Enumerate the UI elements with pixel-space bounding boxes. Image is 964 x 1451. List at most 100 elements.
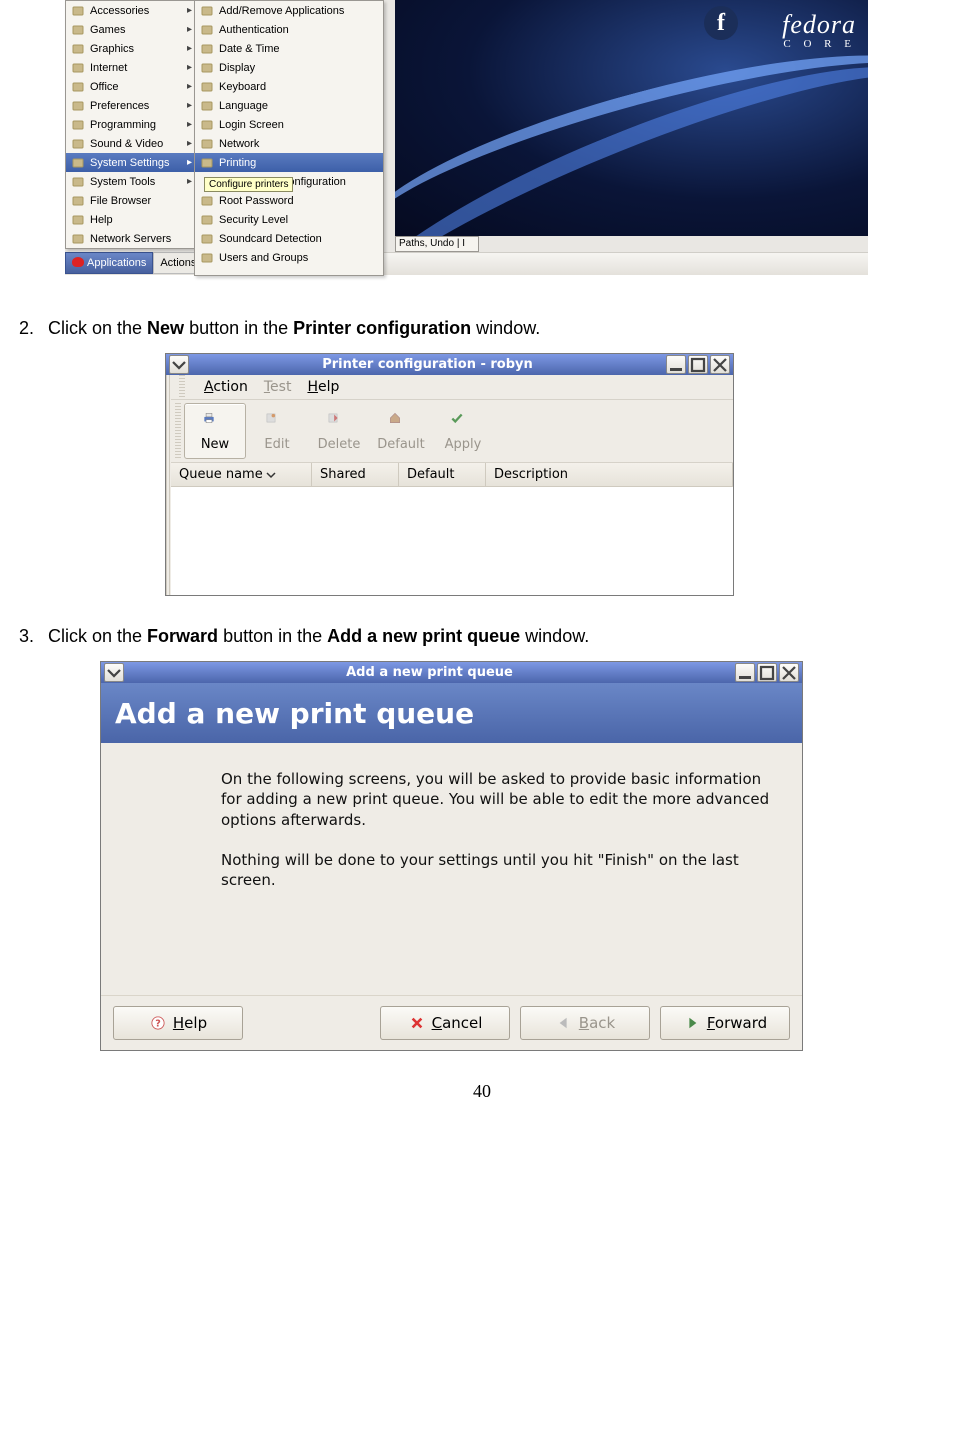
menu-system-tools[interactable]: System Tools▸ bbox=[66, 172, 196, 191]
menu-item-label: Add/Remove Applications bbox=[219, 5, 379, 17]
ss-add-remove[interactable]: Add/Remove Applications bbox=[195, 1, 383, 20]
menu-programming-icon bbox=[70, 118, 86, 132]
menu-graphics[interactable]: Graphics▸ bbox=[66, 39, 196, 58]
instruction-step-2: 2. Click on the New button in the Printe… bbox=[0, 318, 964, 339]
menu-system-settings-icon bbox=[70, 156, 86, 170]
applications-button[interactable]: Applications bbox=[65, 252, 153, 274]
app-status-strip: Paths, Undo | I bbox=[395, 236, 479, 252]
window-menu-button[interactable] bbox=[104, 663, 124, 682]
menu-item-label: Soundcard Detection bbox=[219, 233, 379, 245]
menu-item-label: System Tools bbox=[90, 176, 187, 188]
menu-test[interactable]: Test bbox=[264, 379, 292, 395]
menu-sound-video[interactable]: Sound & Video▸ bbox=[66, 134, 196, 153]
ss-language[interactable]: Language bbox=[195, 96, 383, 115]
menu-item-label: Login Screen bbox=[219, 119, 379, 131]
button-row: ? Help Cancel Back Forward bbox=[101, 995, 802, 1050]
ss-security-level-icon bbox=[199, 213, 215, 227]
menu-help[interactable]: Help bbox=[66, 210, 196, 229]
window-menu-button[interactable] bbox=[169, 355, 189, 374]
window-title: Printer configuration - robyn bbox=[189, 357, 666, 372]
ss-keyboard[interactable]: Keyboard bbox=[195, 77, 383, 96]
close-button[interactable] bbox=[779, 663, 799, 682]
menu-system-settings[interactable]: System Settings▸ bbox=[66, 153, 196, 172]
menu-help-icon bbox=[70, 213, 86, 227]
submenu-arrow-icon: ▸ bbox=[187, 5, 192, 16]
submenu-arrow-icon: ▸ bbox=[187, 81, 192, 92]
default-button: Default bbox=[370, 403, 432, 459]
menu-item-label: Graphics bbox=[90, 43, 187, 55]
wizard-text-2: Nothing will be done to your settings un… bbox=[221, 850, 774, 891]
menu-programming[interactable]: Programming▸ bbox=[66, 115, 196, 134]
menu-item-label: Language bbox=[219, 100, 379, 112]
ss-users-groups[interactable]: Users and Groups bbox=[195, 248, 383, 267]
ss-network[interactable]: Network bbox=[195, 134, 383, 153]
menu-item-label: Users and Groups bbox=[219, 252, 379, 264]
instruction-step-3: 3. Click on the Forward button in the Ad… bbox=[0, 626, 964, 647]
minimize-button[interactable] bbox=[666, 355, 686, 374]
col-shared[interactable]: Shared bbox=[312, 463, 399, 487]
ss-root-password[interactable]: Root Password bbox=[195, 191, 383, 210]
sort-icon bbox=[266, 470, 276, 480]
ss-display-icon bbox=[199, 61, 215, 75]
apply-icon bbox=[450, 411, 476, 435]
ss-login-screen-icon bbox=[199, 118, 215, 132]
menu-office[interactable]: Office▸ bbox=[66, 77, 196, 96]
menu-accessories[interactable]: Accessories▸ bbox=[66, 1, 196, 20]
submenu-arrow-icon: ▸ bbox=[187, 138, 192, 149]
ss-add-remove-icon bbox=[199, 4, 215, 18]
close-button[interactable] bbox=[710, 355, 730, 374]
menu-network-servers-icon bbox=[70, 232, 86, 246]
submenu-arrow-icon: ▸ bbox=[187, 24, 192, 35]
menu-item-label: Keyboard bbox=[219, 81, 379, 93]
help-button[interactable]: ? Help bbox=[113, 1006, 243, 1040]
new-button[interactable]: New bbox=[184, 403, 246, 459]
menu-games-icon bbox=[70, 23, 86, 37]
menu-item-label: Office bbox=[90, 81, 187, 93]
col-default[interactable]: Default bbox=[399, 463, 486, 487]
menu-item-label: Games bbox=[90, 24, 187, 36]
printer-list[interactable] bbox=[171, 487, 733, 595]
menu-item-label: Date & Time bbox=[219, 43, 379, 55]
menu-help[interactable]: Help bbox=[307, 379, 339, 395]
titlebar[interactable]: Printer configuration - robyn bbox=[166, 354, 733, 375]
toolbar: New Edit Delete Default bbox=[171, 400, 733, 463]
menu-item-label: Preferences bbox=[90, 100, 187, 112]
menu-games[interactable]: Games▸ bbox=[66, 20, 196, 39]
col-queue-name[interactable]: Queue name bbox=[171, 463, 312, 487]
menu-network-servers[interactable]: Network Servers bbox=[66, 229, 196, 248]
ss-printing[interactable]: Printing bbox=[195, 153, 383, 172]
back-button: Back bbox=[520, 1006, 650, 1040]
ss-security-level[interactable]: Security Level bbox=[195, 210, 383, 229]
ss-soundcard[interactable]: Soundcard Detection bbox=[195, 229, 383, 248]
menu-item-label: Sound & Video bbox=[90, 138, 187, 150]
svg-text:?: ? bbox=[155, 1019, 161, 1030]
menu-action[interactable]: Action bbox=[204, 379, 248, 395]
ss-login-screen[interactable]: Login Screen bbox=[195, 115, 383, 134]
minimize-button[interactable] bbox=[735, 663, 755, 682]
ss-keyboard-icon bbox=[199, 80, 215, 94]
ss-date-time[interactable]: Date & Time bbox=[195, 39, 383, 58]
menu-preferences[interactable]: Preferences▸ bbox=[66, 96, 196, 115]
table-header: Queue name Shared Default Description bbox=[171, 463, 733, 487]
menu-file-browser[interactable]: File Browser bbox=[66, 191, 196, 210]
gnome-panel: ApplicationsActions bbox=[65, 252, 868, 275]
back-icon bbox=[555, 1014, 573, 1032]
col-description[interactable]: Description bbox=[486, 463, 733, 487]
screenshot-printer-config: Printer configuration - robyn Action Tes… bbox=[165, 353, 734, 596]
maximize-button[interactable] bbox=[757, 663, 777, 682]
menu-item-label: Programming bbox=[90, 119, 187, 131]
titlebar[interactable]: Add a new print queue bbox=[101, 662, 802, 683]
menu-internet[interactable]: Internet▸ bbox=[66, 58, 196, 77]
ss-network-icon bbox=[199, 137, 215, 151]
menu-item-label: Internet bbox=[90, 62, 187, 74]
menu-item-label: Network bbox=[219, 138, 379, 150]
ss-display[interactable]: Display bbox=[195, 58, 383, 77]
forward-button[interactable]: Forward bbox=[660, 1006, 790, 1040]
cancel-button[interactable]: Cancel bbox=[380, 1006, 510, 1040]
ss-authentication[interactable]: Authentication bbox=[195, 20, 383, 39]
ss-date-time-icon bbox=[199, 42, 215, 56]
delete-icon bbox=[326, 411, 352, 435]
cancel-icon bbox=[408, 1014, 426, 1032]
menu-item-label: Display bbox=[219, 62, 379, 74]
maximize-button[interactable] bbox=[688, 355, 708, 374]
